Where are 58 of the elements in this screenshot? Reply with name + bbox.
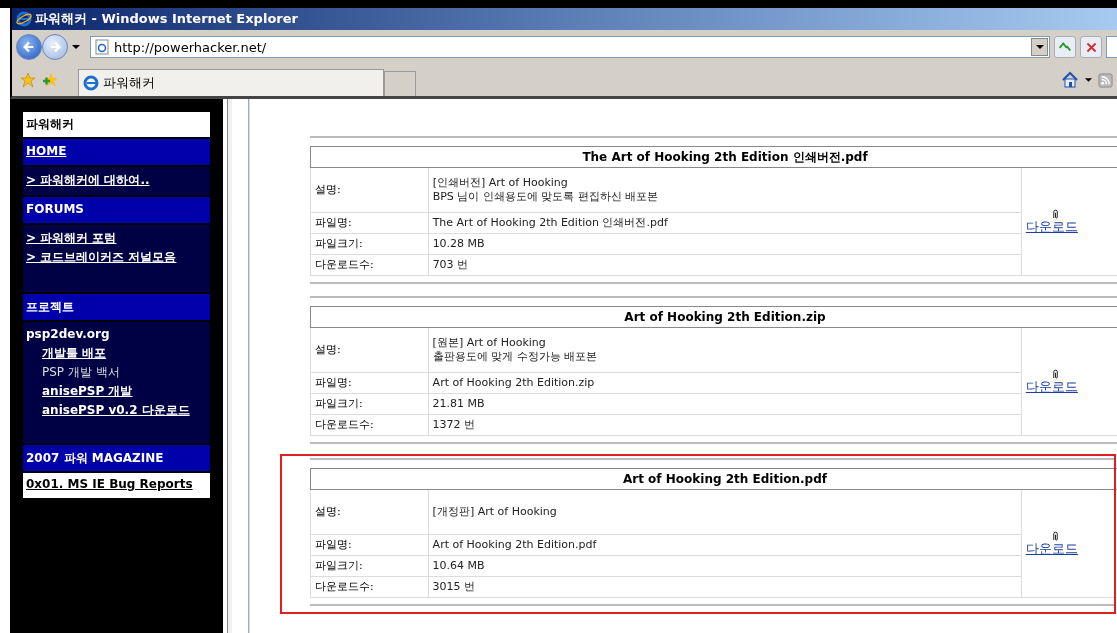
feed-icon[interactable] <box>1098 72 1113 88</box>
sidebar-link[interactable]: > 코드브레이커즈 저널모음 <box>26 249 207 266</box>
site-title: 파워해커 <box>23 112 210 139</box>
field-label: 파일크기: <box>310 393 429 415</box>
star-icon[interactable] <box>20 72 36 88</box>
close-icon <box>1084 40 1098 54</box>
field-label: 다운로드수: <box>310 576 429 598</box>
field-value: [인쇄버전] Art of Hooking BPS 님이 인쇄용도에 맞도록 편집하신 배포본 <box>428 167 1022 213</box>
file-title: Art of Hooking 2th Edition.pdf <box>310 468 1117 490</box>
field-label: 파일명: <box>310 212 429 234</box>
sidebar-link[interactable]: HOME <box>26 144 67 158</box>
page-icon <box>95 39 109 55</box>
download-link[interactable]: 다운로드 <box>1025 220 1078 234</box>
add-favorite-icon[interactable] <box>42 72 58 88</box>
field-label: 다운로드수: <box>310 254 429 276</box>
sidebar-link[interactable]: anisePSP 개발 <box>42 383 207 400</box>
field-label: 설명: <box>310 167 429 213</box>
field-value: [개정판] Art of Hooking <box>428 489 1022 535</box>
download-link[interactable]: 다운로드 <box>1025 380 1078 394</box>
search-field[interactable] <box>1106 36 1117 58</box>
back-arrow-icon <box>22 40 36 54</box>
sidebar-heading: 2007 파워 MAGAZINE <box>23 445 210 473</box>
back-button[interactable] <box>16 34 42 60</box>
browser-logo-icon <box>83 75 99 91</box>
sidebar-link[interactable]: 개발툴 배포 <box>42 345 207 362</box>
field-label: 파일명: <box>310 534 429 556</box>
file-title: The Art of Hooking 2th Edition 인쇄버전.pdf <box>310 146 1117 168</box>
sidebar-heading: 프로젝트 <box>23 294 210 322</box>
field-label: 파일크기: <box>310 233 429 255</box>
refresh-button[interactable] <box>1054 36 1076 58</box>
field-label: 설명: <box>310 489 429 535</box>
field-value: [원본] Art of Hooking 출판용도에 맞게 수정가능 배포본 <box>428 327 1022 373</box>
sidebar-text: PSP 개발 백서 <box>42 364 121 381</box>
field-label: 파일명: <box>310 372 429 394</box>
forward-arrow-icon <box>48 40 62 54</box>
paperclip-icon <box>1051 531 1059 542</box>
caret-icon[interactable] <box>72 45 80 49</box>
field-label: 파일크기: <box>310 555 429 577</box>
field-label: 다운로드수: <box>310 414 429 436</box>
caret-icon <box>1035 45 1044 49</box>
sidebar-link[interactable]: > 파워해커 포럼 <box>26 230 207 247</box>
download-link[interactable]: 다운로드 <box>1025 542 1078 556</box>
file-title: Art of Hooking 2th Edition.zip <box>310 306 1117 328</box>
address-field[interactable]: http://powerhacker.net/ <box>90 36 1050 58</box>
project-label: psp2dev.org <box>26 327 111 341</box>
stop-button[interactable] <box>1080 36 1102 58</box>
browser-logo-icon <box>16 11 32 27</box>
new-tab-button[interactable] <box>384 71 416 96</box>
paperclip-icon <box>1051 369 1059 380</box>
window-title: 파워해커 - Windows Internet Explorer <box>35 10 298 28</box>
paperclip-icon <box>1051 209 1059 220</box>
field-label: 설명: <box>310 327 429 373</box>
home-icon[interactable] <box>1061 71 1079 89</box>
browser-tab[interactable]: 파워해커 <box>78 69 384 96</box>
dropdown-button[interactable] <box>1031 38 1048 56</box>
sidebar-heading: FORUMS <box>23 197 210 225</box>
sidebar-link[interactable]: anisePSP v0.2 다운로드 <box>42 402 207 419</box>
caret-icon[interactable] <box>1085 78 1092 82</box>
